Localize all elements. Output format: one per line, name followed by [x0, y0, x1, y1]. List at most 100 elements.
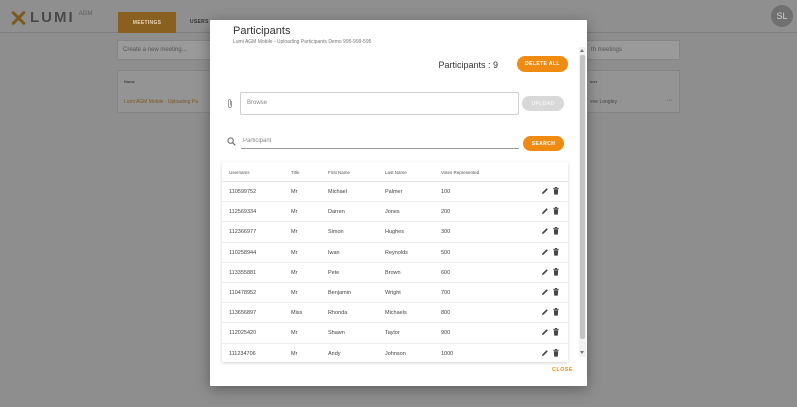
cell-last-name: Wright — [385, 290, 401, 296]
cell-title: Mr — [291, 249, 298, 256]
table-row: 110478952 Mr Benjamin Wright 700 — [222, 283, 568, 304]
cell-title: Mr — [291, 350, 298, 357]
trash-icon[interactable] — [553, 348, 559, 357]
cell-votes: 600 — [441, 269, 451, 276]
cell-votes: 200 — [441, 209, 451, 216]
search-meetings-input[interactable]: th meetings — [586, 40, 680, 60]
cell-last-name: Reynolds — [385, 249, 408, 256]
scroll-down-icon[interactable] — [580, 351, 584, 354]
table-row: 113355881 Mr Pete Brown 600 — [222, 263, 568, 283]
search-button[interactable]: SEARCH — [523, 136, 564, 151]
table-row: 110258944 Mr Iwan Reynolds 500 — [222, 243, 568, 263]
row-actions — [541, 247, 559, 256]
lumi-logo[interactable]: LUMI AGM — [10, 9, 92, 26]
participant-count: Participants : 9 — [438, 60, 498, 70]
edit-icon[interactable] — [541, 288, 549, 296]
trash-icon[interactable] — [553, 247, 559, 256]
cell-username: 110258944 — [229, 249, 257, 256]
cell-first-name: Shawn — [328, 330, 345, 337]
trash-icon[interactable] — [553, 207, 559, 215]
cell-votes: 300 — [441, 229, 451, 236]
cell-title: Mr — [291, 290, 298, 296]
meeting-row-link[interactable]: Lumi AGM Mobile - Uploading Pa — [124, 99, 198, 105]
scroll-thumb[interactable] — [580, 55, 585, 339]
tab-users[interactable]: USERS — [190, 19, 209, 25]
cell-last-name: Hughes — [385, 229, 404, 236]
cell-last-name: Brown — [385, 269, 401, 276]
trash-icon[interactable] — [553, 227, 559, 235]
row-actions — [541, 267, 559, 276]
edit-icon[interactable] — [541, 308, 549, 316]
edit-icon[interactable] — [541, 227, 549, 235]
cell-last-name: Michaels — [385, 310, 407, 317]
edit-icon[interactable] — [541, 349, 549, 357]
trash-icon[interactable] — [553, 267, 559, 276]
edit-icon[interactable] — [541, 268, 549, 276]
row-menu-icon[interactable]: ··· — [666, 97, 673, 104]
edit-icon[interactable] — [541, 207, 549, 215]
cell-username: 112569334 — [229, 209, 257, 216]
edit-icon[interactable] — [541, 187, 549, 195]
row-actions — [541, 227, 559, 235]
participants-modal: Participants Lumi AGM Mobile - Uploading… — [210, 20, 587, 386]
cell-title: Miss — [291, 310, 303, 317]
cell-title: Mr — [291, 330, 298, 337]
trash-icon[interactable] — [553, 328, 559, 336]
modal-title: Participants — [233, 25, 291, 37]
file-browse-field[interactable]: Browse — [240, 92, 519, 115]
paperclip-icon — [228, 99, 232, 108]
cell-username: 112366977 — [229, 229, 257, 236]
delete-all-button[interactable]: DELETE ALL — [517, 56, 568, 72]
cell-first-name: Simon — [328, 229, 344, 236]
row-actions — [541, 187, 559, 195]
participants-table: Usernams Title First Name Last Name Vote… — [222, 162, 568, 362]
cell-first-name: Darren — [328, 209, 345, 216]
cell-first-name: Rhonda — [328, 310, 348, 317]
cell-username: 110599752 — [229, 189, 257, 195]
edit-icon[interactable] — [541, 248, 549, 256]
cell-username: 113355881 — [229, 269, 257, 276]
cell-last-name: Taylor — [385, 330, 400, 337]
modal-subtitle: Lumi AGM Mobile - Uploading Participants… — [233, 39, 372, 45]
cell-last-name: Palmer — [385, 189, 403, 195]
cell-last-name: Jones — [385, 209, 400, 216]
cell-votes: 1000 — [441, 350, 454, 357]
lumi-x-icon — [10, 10, 26, 26]
file-placeholder: Browse — [247, 100, 268, 106]
row-actions — [541, 328, 559, 336]
meeting-owner: eve Longley — [590, 99, 617, 105]
cell-first-name: Michael — [328, 189, 347, 195]
table-row: 112366977 Mr Simon Hughes 300 — [222, 222, 568, 243]
close-button[interactable]: CLOSE — [552, 367, 573, 373]
logo-sup: AGM — [78, 10, 93, 17]
modal-scrollbar[interactable] — [579, 47, 586, 357]
trash-icon[interactable] — [553, 288, 559, 296]
cell-username: 110478952 — [229, 290, 257, 296]
participant-search-input[interactable] — [241, 134, 519, 149]
row-actions — [541, 207, 559, 215]
meetings-table-right: iner eve Longley ··· — [586, 70, 680, 113]
cell-votes: 500 — [441, 249, 451, 256]
cell-first-name: Pete — [328, 269, 340, 276]
cell-votes: 100 — [441, 189, 451, 195]
upload-button[interactable]: UPLOAD — [522, 96, 564, 111]
table-row: 110599752 Mr Michael Palmer 100 — [222, 182, 568, 203]
scroll-up-icon[interactable] — [580, 49, 584, 52]
search-icon — [227, 137, 236, 146]
cell-votes: 800 — [441, 310, 451, 317]
logo-text: LUMI — [30, 9, 75, 26]
avatar[interactable]: SL — [771, 5, 793, 27]
row-actions — [541, 308, 559, 316]
table-row: 112569334 Mr Darren Jones 200 — [222, 202, 568, 223]
table-row: 111234706 Mr Andy Johnson 1000 — [222, 344, 568, 358]
cell-username: 111234706 — [229, 350, 256, 357]
trash-icon[interactable] — [553, 187, 559, 195]
edit-icon[interactable] — [541, 328, 549, 336]
cell-username: 113656897 — [229, 310, 257, 317]
cell-title: Mr — [291, 189, 298, 195]
meetings-table-header-right: iner — [590, 79, 598, 84]
row-actions — [541, 348, 559, 357]
tab-meetings[interactable]: MEETINGS — [118, 12, 176, 33]
trash-icon[interactable] — [553, 308, 559, 316]
table-row: 112025420 Mr Shawn Taylor 900 — [222, 323, 568, 344]
